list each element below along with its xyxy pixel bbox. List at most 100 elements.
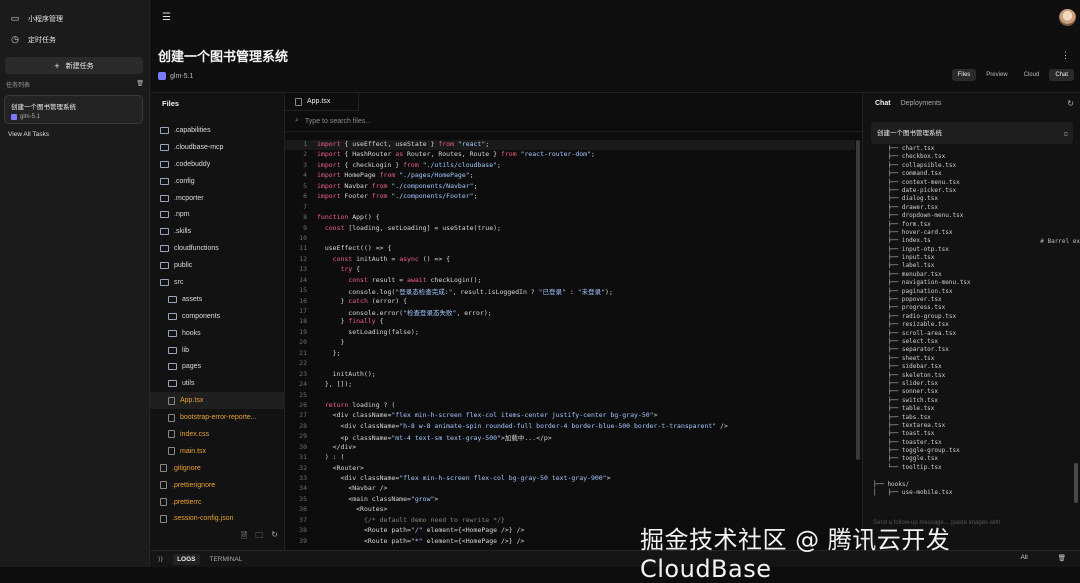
line-text: <Routes> (317, 505, 388, 514)
file-item[interactable]: .gitignore (150, 460, 285, 477)
folder-item[interactable]: .config (150, 173, 285, 190)
folder-icon (160, 211, 169, 219)
editor-scrollbar[interactable] (856, 140, 860, 460)
tree-output-line: ├── skeleton.tsx (873, 371, 946, 379)
copy-icon[interactable]: ⧉ (1064, 132, 1068, 139)
line-number: 22 (299, 359, 307, 368)
line-text: import Navbar from "./components/Navbar"… (317, 181, 478, 190)
new-folder-icon[interactable]: 🗀 (255, 530, 263, 544)
file-icon (295, 97, 302, 106)
line-number: 21 (299, 348, 307, 357)
code-editor: App.tsx ⌕ Type to search files... 1 impor… (285, 92, 862, 550)
line-number: 14 (299, 275, 307, 284)
file-item[interactable]: .session-config.json (150, 510, 285, 527)
line-number: 2 (303, 150, 307, 159)
code-line: 20 } (285, 338, 855, 348)
sidebar-item-scheduled-tasks[interactable]: ◷ 定时任务 (0, 29, 149, 50)
monitor-icon: ▭ (10, 13, 20, 23)
line-text: <Navbar /> (317, 484, 388, 493)
tree-output-line: ├── toaster.tsx (873, 438, 942, 446)
code-line: 3 import { checkLogin } from "./utils/clo… (285, 161, 855, 171)
tab-terminal[interactable]: TERMINAL (210, 556, 243, 563)
folder-item[interactable]: .codebuddy (150, 156, 285, 173)
refresh-icon[interactable]: ↻ (1067, 99, 1074, 108)
file-item[interactable]: App.tsx (150, 392, 285, 410)
tab-cloud[interactable]: Cloud (1018, 69, 1046, 81)
line-number: 6 (303, 192, 307, 201)
line-number: 18 (299, 317, 307, 326)
tree-output-line: ├── separator.tsx (873, 346, 949, 354)
tab-chat[interactable]: Chat (1049, 69, 1074, 81)
sidebar-item-miniprogram[interactable]: ▭ 小程序管理 (0, 8, 149, 29)
code-line: 5 import Navbar from "./components/Navbar… (285, 182, 855, 192)
menu-icon[interactable]: ☰ (162, 12, 171, 23)
line-number: 12 (299, 254, 307, 263)
code-line: 21 }; (285, 349, 855, 359)
tab-chat-panel[interactable]: Chat (875, 100, 891, 107)
folder-item[interactable]: assets (150, 291, 285, 308)
search-input[interactable]: Type to search files... (305, 118, 371, 125)
more-options-icon[interactable]: ⋮ (1061, 50, 1070, 61)
trash-icon[interactable]: 🗑 (136, 80, 144, 89)
tree-output-line: ├── hooks/ (873, 480, 910, 488)
folder-icon (160, 126, 169, 134)
tree-item-label: .prettierignore (172, 481, 216, 489)
file-item[interactable]: .prettierrc (150, 494, 285, 511)
chat-scrollbar[interactable] (1074, 463, 1078, 503)
folder-item[interactable]: cloudfunctions (150, 240, 285, 257)
tree-item-label: .npm (174, 211, 190, 219)
code-content[interactable]: 1 import { useEffect, useState } from "re… (285, 140, 855, 550)
avatar[interactable] (1059, 9, 1076, 26)
view-all-tasks-link[interactable]: View All Tasks (8, 131, 49, 138)
line-number: 3 (303, 160, 307, 169)
tab-preview[interactable]: Preview (980, 69, 1013, 81)
code-line: 10 (285, 234, 855, 244)
line-text: setLoading(false); (317, 327, 419, 336)
line-number: 20 (299, 338, 307, 347)
line-text: useEffect(() => { (317, 244, 392, 253)
folder-item[interactable]: src (150, 274, 285, 291)
task-title: 创建一个图书管理系统 (11, 104, 76, 111)
new-task-button[interactable]: + 新建任务 (5, 57, 143, 74)
tab-files[interactable]: Files (951, 69, 977, 81)
tree-output-line: ├── toggle.tsx (873, 455, 939, 463)
file-item[interactable]: .prettierignore (150, 477, 285, 494)
tree-output-line: ├── dialog.tsx (873, 195, 939, 203)
search-icon: ⌕ (295, 117, 299, 124)
folder-item[interactable]: utils (150, 375, 285, 392)
folder-item[interactable]: components (150, 308, 285, 325)
collapse-icon[interactable]: ⟩⟩ (158, 555, 163, 563)
editor-tab[interactable]: App.tsx (285, 93, 359, 111)
file-item[interactable]: index.css (150, 426, 285, 443)
line-text: try { (340, 265, 361, 274)
refresh-icon[interactable]: ↻ (271, 530, 278, 544)
code-line: 19 setLoading(false); (285, 328, 855, 338)
file-item[interactable]: main.tsx (150, 443, 285, 460)
file-icon (160, 498, 167, 507)
code-line: 28 <div className="h-8 w-8 animate-spin … (285, 422, 855, 432)
new-file-icon[interactable]: 🗎 (241, 530, 247, 544)
tree-item-label: cloudfunctions (174, 245, 219, 253)
clock-icon: ◷ (11, 34, 19, 44)
tab-deployments[interactable]: Deployments (901, 100, 942, 107)
folder-item[interactable]: .npm (150, 206, 285, 223)
line-text: import HomePage from "./pages/HomePage"; (317, 171, 474, 180)
tab-logs[interactable]: LOGS (173, 553, 200, 565)
folder-item[interactable]: public (150, 257, 285, 274)
folder-item[interactable]: .capabilities (150, 122, 285, 139)
folder-icon (160, 177, 169, 185)
task-card[interactable]: 创建一个图书管理系统 glm-5.1 (4, 95, 143, 124)
folder-item[interactable]: .mcporter (150, 190, 285, 207)
line-text: <div className="h-8 w-8 animate-spin rou… (317, 421, 728, 430)
folder-item[interactable]: .skills (150, 223, 285, 240)
line-text: } (317, 338, 345, 347)
folder-item[interactable]: hooks (150, 325, 285, 342)
folder-item[interactable]: .cloudbase-mcp (150, 139, 285, 156)
file-icon (160, 514, 167, 523)
folder-item[interactable]: pages (150, 358, 285, 375)
line-number: 25 (299, 390, 307, 399)
folder-item[interactable]: lib (150, 342, 285, 359)
tree-item-label: lib (182, 346, 190, 354)
file-item[interactable]: bootstrap-error-reporte... (150, 409, 285, 426)
file-search[interactable]: ⌕ Type to search files... (285, 111, 862, 132)
